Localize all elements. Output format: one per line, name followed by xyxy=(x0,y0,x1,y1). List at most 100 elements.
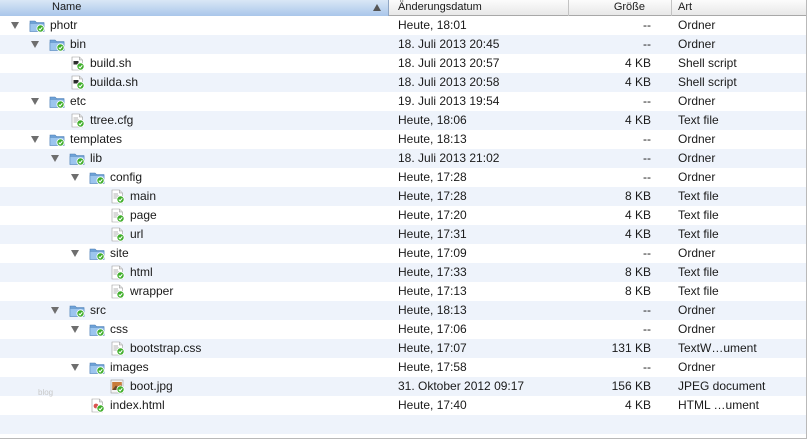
row-kind-label: Ordner xyxy=(678,18,716,32)
row-name-cell: config xyxy=(0,168,389,187)
disclosure-triangle-expanded-icon[interactable] xyxy=(11,22,19,29)
row-name-label: images xyxy=(110,360,149,374)
row-name-cell: templates xyxy=(0,130,389,149)
row-name-cell: page xyxy=(0,206,389,225)
row-kind-label: Text file xyxy=(678,189,719,203)
row-size-label: 8 KB xyxy=(624,265,651,279)
file-list-row[interactable]: src Heute, 18:13 -- Ordner xyxy=(0,301,806,320)
row-name-label: html xyxy=(130,265,153,279)
file-list-row[interactable]: main Heute, 17:28 8 KB Text file xyxy=(0,187,806,206)
file-list-row[interactable]: wrapper Heute, 17:13 8 KB Text file xyxy=(0,282,806,301)
column-header-kind-label: Art xyxy=(678,1,693,13)
text-file-icon xyxy=(109,208,125,223)
column-header-date[interactable]: Änderungsdatum xyxy=(389,0,569,16)
file-list-row[interactable]: url Heute, 17:31 4 KB Text file xyxy=(0,225,806,244)
disclosure-triangle-expanded-icon[interactable] xyxy=(71,250,79,257)
file-list-row[interactable]: photr Heute, 18:01 -- Ordner xyxy=(0,16,806,35)
folder-icon xyxy=(89,322,105,337)
file-list-row[interactable]: config Heute, 17:28 -- Ordner xyxy=(0,168,806,187)
row-name-label: builda.sh xyxy=(90,75,139,89)
row-date-label: Heute, 17:07 xyxy=(398,341,467,355)
row-date-label: 18. Juli 2013 21:02 xyxy=(398,151,500,165)
file-list-row[interactable]: ttree.cfg Heute, 18:06 4 KB Text file xyxy=(0,111,806,130)
empty-row xyxy=(0,415,806,434)
column-header: Name Änderungsdatum Größe Art xyxy=(0,0,806,16)
column-header-size[interactable]: Größe xyxy=(569,0,672,16)
row-date-label: Heute, 18:13 xyxy=(398,132,467,146)
row-name-cell: main xyxy=(0,187,389,206)
row-name-cell: site xyxy=(0,244,389,263)
row-date-label: Heute, 18:13 xyxy=(398,303,467,317)
file-list-row[interactable]: images Heute, 17:58 -- Ordner xyxy=(0,358,806,377)
folder-icon xyxy=(49,37,65,52)
disclosure-triangle-expanded-icon[interactable] xyxy=(51,307,59,314)
column-header-date-label: Änderungsdatum xyxy=(398,1,482,13)
row-name-label: build.sh xyxy=(90,56,132,70)
row-kind-label: Ordner xyxy=(678,322,716,336)
disclosure-triangle-expanded-icon[interactable] xyxy=(51,155,59,162)
row-name-label: photr xyxy=(50,18,78,32)
column-header-size-label: Größe xyxy=(613,1,645,13)
file-list-row[interactable]: site Heute, 17:09 -- Ordner xyxy=(0,244,806,263)
file-list-row[interactable]: boot.jpg 31. Oktober 2012 09:17 156 KB JPEG… xyxy=(0,377,806,396)
row-kind-label: Ordner xyxy=(678,246,716,260)
disclosure-triangle-expanded-icon[interactable] xyxy=(31,41,39,48)
row-date-label: 18. Juli 2013 20:45 xyxy=(398,37,500,51)
file-list-row[interactable]: builda.sh 18. Juli 2013 20:58 4 KB Shell sc… xyxy=(0,73,806,92)
row-kind-label: Ordner xyxy=(678,37,716,51)
row-name-cell: index.html xyxy=(0,396,389,415)
disclosure-triangle-expanded-icon[interactable] xyxy=(71,174,79,181)
folder-icon xyxy=(49,132,65,147)
row-kind-label: JPEG document xyxy=(678,379,766,393)
row-kind-label: Ordner xyxy=(678,170,716,184)
row-name-label: index.html xyxy=(110,398,165,412)
file-list-row[interactable]: page Heute, 17:20 4 KB Text file xyxy=(0,206,806,225)
row-date-label: Heute, 18:01 xyxy=(398,18,467,32)
shell-script-icon xyxy=(69,56,85,71)
disclosure-triangle-expanded-icon[interactable] xyxy=(71,364,79,371)
row-name-label: boot.jpg xyxy=(130,379,173,393)
row-name-label: wrapper xyxy=(130,284,174,298)
row-name-label: bin xyxy=(70,37,87,51)
file-list-row[interactable]: html Heute, 17:33 8 KB Text file xyxy=(0,263,806,282)
column-header-kind[interactable]: Art xyxy=(672,0,806,16)
row-name-cell: url xyxy=(0,225,389,244)
file-list-row[interactable]: etc 19. Juli 2013 19:54 -- Ordner xyxy=(0,92,806,111)
row-date-label: 19. Juli 2013 19:54 xyxy=(398,94,500,108)
row-kind-label: Shell script xyxy=(678,56,737,70)
disclosure-triangle-expanded-icon[interactable] xyxy=(31,136,39,143)
file-list-row[interactable]: lib 18. Juli 2013 21:02 -- Ordner xyxy=(0,149,806,168)
row-size-label: -- xyxy=(643,322,651,336)
file-list-row[interactable]: bootstrap.css Heute, 17:07 131 KB TextW…ume… xyxy=(0,339,806,358)
shell-script-icon xyxy=(69,75,85,90)
row-size-label: 4 KB xyxy=(624,75,651,89)
file-list-row[interactable]: bin 18. Juli 2013 20:45 -- Ordner xyxy=(0,35,806,54)
row-kind-label: Ordner xyxy=(678,94,716,108)
row-size-label: 131 KB xyxy=(611,341,651,355)
row-size-label: 4 KB xyxy=(624,398,651,412)
folder-icon xyxy=(89,170,105,185)
disclosure-triangle-expanded-icon[interactable] xyxy=(71,326,79,333)
folder-icon xyxy=(69,151,85,166)
row-size-label: -- xyxy=(643,18,651,32)
column-header-name-label: Name xyxy=(52,1,82,13)
row-name-cell: css xyxy=(0,320,389,339)
row-date-label: Heute, 17:28 xyxy=(398,189,467,203)
row-date-label: Heute, 17:06 xyxy=(398,322,467,336)
file-list-row[interactable]: css Heute, 17:06 -- Ordner xyxy=(0,320,806,339)
text-file-icon xyxy=(109,265,125,280)
column-header-name[interactable]: Name xyxy=(0,0,389,16)
row-name-cell: ttree.cfg xyxy=(0,111,389,130)
row-name-cell: images xyxy=(0,358,389,377)
file-list-row[interactable]: templates Heute, 18:13 -- Ordner xyxy=(0,130,806,149)
row-name-label: site xyxy=(110,246,129,260)
file-list-row[interactable]: build.sh 18. Juli 2013 20:57 4 KB Shell scr… xyxy=(0,54,806,73)
jpeg-image-icon xyxy=(109,379,125,394)
file-list: photr Heute, 18:01 -- Ordner bin 18. Juli 201… xyxy=(0,16,806,434)
folder-icon xyxy=(89,360,105,375)
row-kind-label: Text file xyxy=(678,113,719,127)
disclosure-triangle-expanded-icon[interactable] xyxy=(31,98,39,105)
row-kind-label: Ordner xyxy=(678,151,716,165)
row-name-label: lib xyxy=(90,151,103,165)
file-list-row[interactable]: index.html Heute, 17:40 4 KB HTML …ument xyxy=(0,396,806,415)
